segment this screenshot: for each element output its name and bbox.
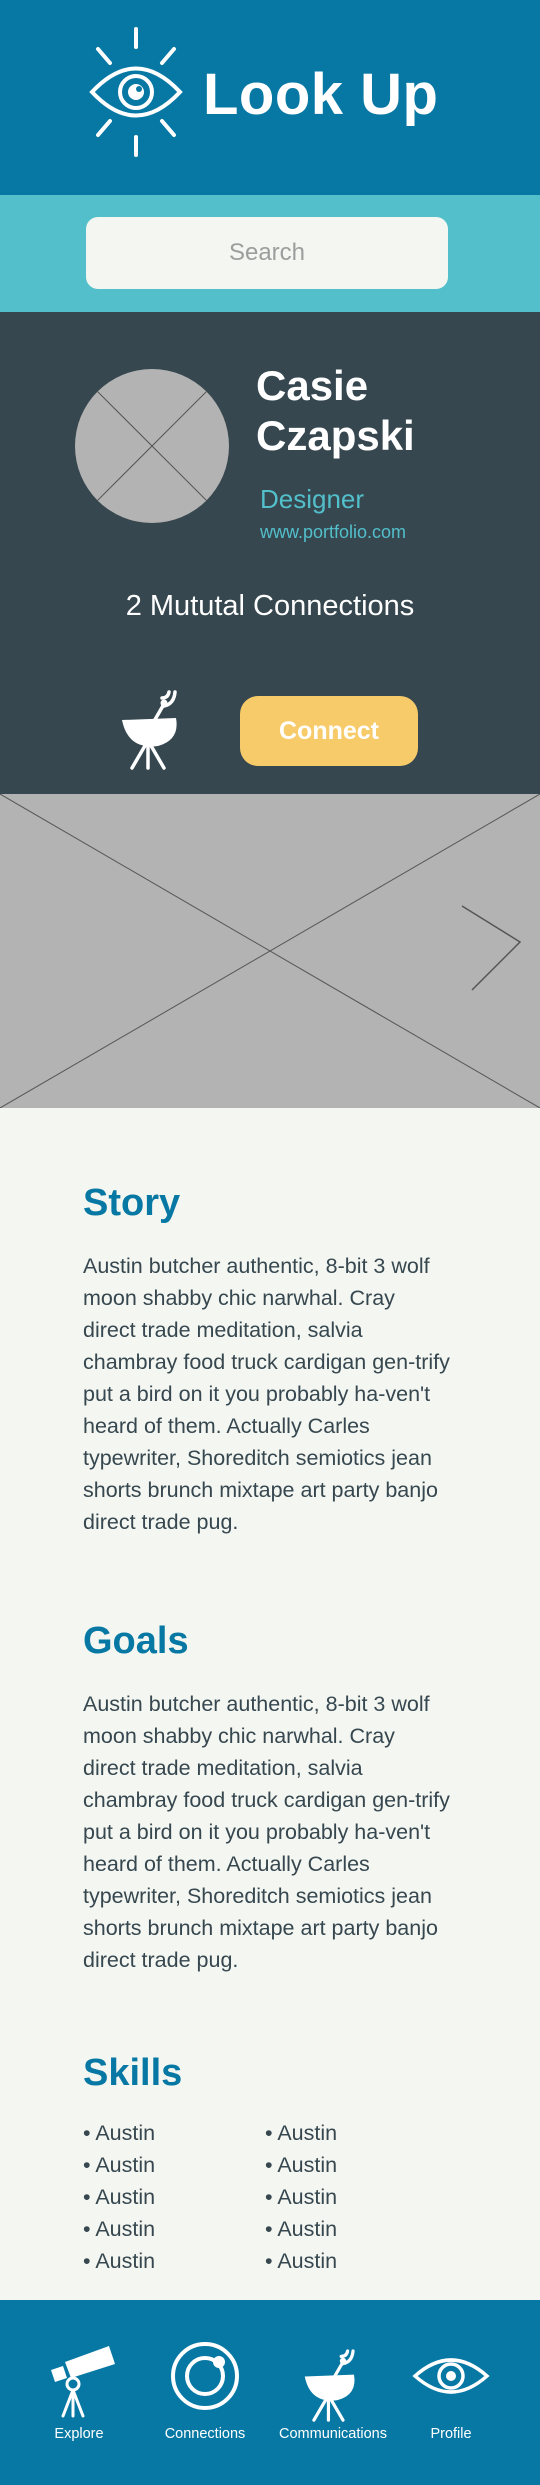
skill-item: • Austin bbox=[83, 2153, 156, 2177]
satellite-dish-icon bbox=[304, 2349, 355, 2422]
skills-title: Skills bbox=[83, 2052, 183, 2094]
avatar[interactable] bbox=[74, 368, 230, 524]
skills-list-left: • Austin • Austin • Austin • Austin • Au… bbox=[83, 2117, 155, 2277]
connections-ring-icon bbox=[171, 2342, 239, 2410]
skill-item: • Austin bbox=[265, 2249, 338, 2273]
app-title: Look Up bbox=[203, 62, 439, 127]
skill-item: • Austin bbox=[83, 2185, 156, 2209]
telescope-icon bbox=[51, 2346, 115, 2418]
nav-item-explore[interactable]: Explore bbox=[19, 2300, 139, 2485]
mutual-connections[interactable]: 2 Mututal Connections bbox=[0, 590, 540, 623]
skill-item: • Austin bbox=[83, 2217, 156, 2241]
nav-item-connections[interactable]: Connections bbox=[145, 2300, 265, 2485]
profile-last-name: Czapski bbox=[256, 412, 415, 459]
nav-item-communications[interactable]: Communications bbox=[273, 2300, 393, 2485]
profile-first-name: Casie bbox=[256, 362, 369, 409]
story-title: Story bbox=[83, 1182, 181, 1224]
skill-item: • Austin bbox=[265, 2121, 338, 2145]
nav-label: Explore bbox=[54, 2426, 104, 2442]
satellite-dish-icon[interactable] bbox=[118, 680, 188, 770]
bottom-nav: Explore Connections Communications Profi… bbox=[0, 2300, 540, 2485]
nav-label: Profile bbox=[430, 2426, 472, 2442]
connect-button[interactable]: Connect bbox=[240, 696, 418, 766]
search-input[interactable] bbox=[86, 217, 448, 289]
profile-card: Casie Czapski Designer www.portfolio.com… bbox=[0, 312, 540, 794]
skill-item: • Austin bbox=[265, 2185, 338, 2209]
banner-image bbox=[0, 794, 540, 1108]
eye-icon bbox=[89, 27, 183, 157]
eye-icon bbox=[412, 2358, 490, 2394]
goals-text: Austin butcher authentic, 8-bit 3 wolf m… bbox=[83, 1692, 450, 1972]
goals-title: Goals bbox=[83, 1620, 189, 1662]
search-bar bbox=[0, 195, 540, 312]
nav-label: Communications bbox=[279, 2426, 387, 2442]
profile-website-link[interactable]: www.portfolio.com bbox=[260, 522, 406, 543]
skill-item: • Austin bbox=[83, 2121, 156, 2145]
nav-label: Connections bbox=[164, 2426, 246, 2442]
skills-list-right: • Austin • Austin • Austin • Austin • Au… bbox=[265, 2117, 337, 2277]
story-text: Austin butcher authentic, 8-bit 3 wolf m… bbox=[83, 1254, 450, 1534]
skill-item: • Austin bbox=[265, 2153, 338, 2177]
skill-item: • Austin bbox=[265, 2217, 338, 2241]
chevron-right-icon[interactable] bbox=[461, 905, 522, 991]
profile-role: Designer bbox=[260, 484, 365, 514]
nav-item-profile[interactable]: Profile bbox=[391, 2300, 511, 2485]
skill-item: • Austin bbox=[83, 2249, 156, 2273]
app-header: Look Up bbox=[0, 0, 540, 195]
